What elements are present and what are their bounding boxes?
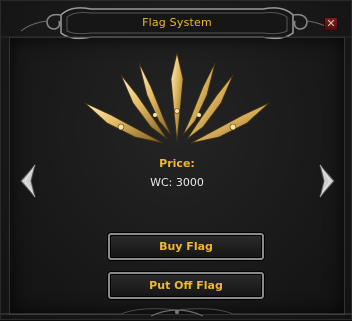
- bottom-ornament: [1, 308, 352, 317]
- window-title: Flag System: [142, 16, 212, 29]
- price-value: WC: 3000: [150, 176, 204, 189]
- buy-flag-button[interactable]: Buy Flag: [108, 233, 264, 260]
- winged-flag-emblem-icon: [84, 52, 270, 144]
- put-off-flag-button[interactable]: Put Off Flag: [108, 272, 264, 299]
- chevron-left-icon[interactable]: [17, 161, 39, 201]
- title-bar: Flag System: [1, 1, 352, 45]
- close-button[interactable]: ✕: [324, 17, 338, 31]
- flag-system-window: Flag System ✕ Price: WC: 3000 Buy Flag P…: [0, 0, 352, 320]
- chevron-right-icon[interactable]: [316, 161, 338, 201]
- price-label: Price:: [159, 157, 195, 170]
